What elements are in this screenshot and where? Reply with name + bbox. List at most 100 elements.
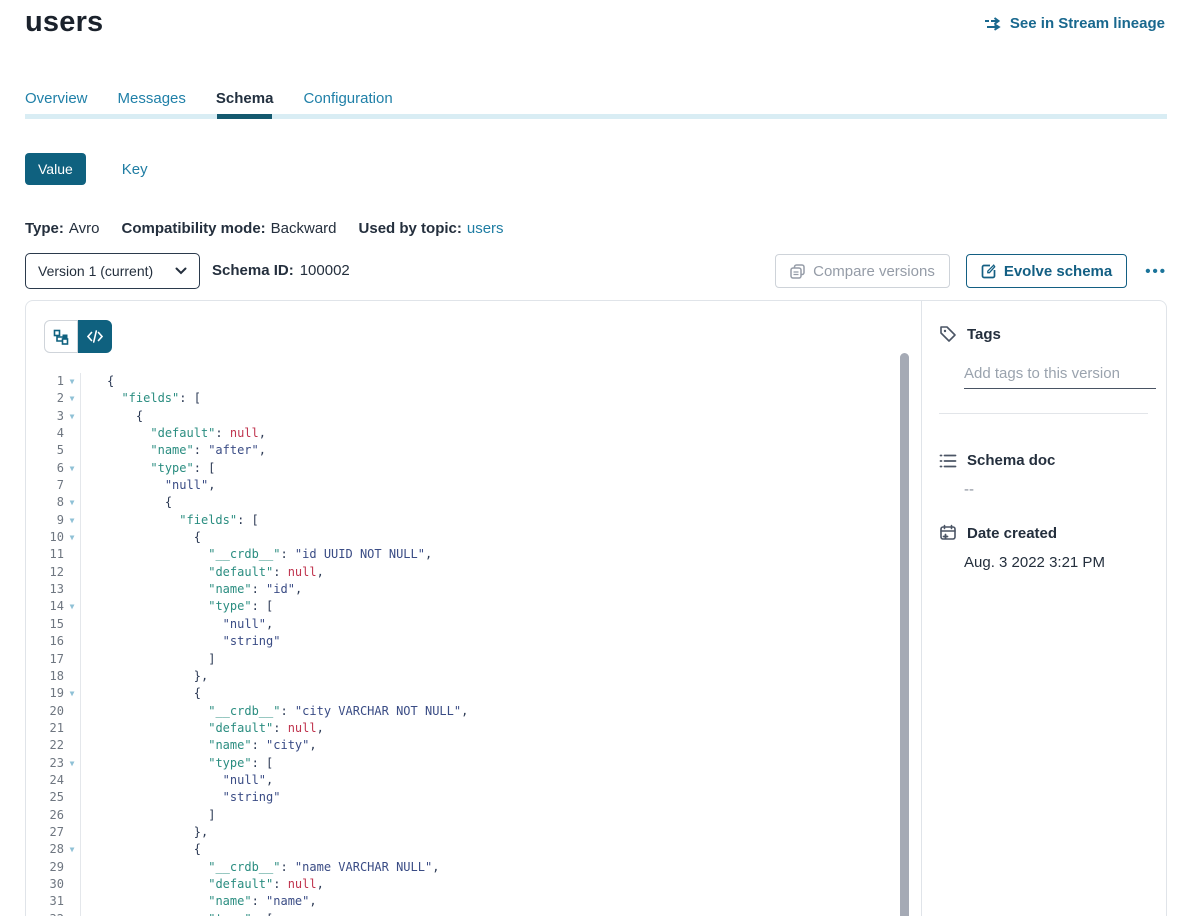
version-dropdown[interactable]: Version 1 (current) [25, 253, 200, 289]
see-in-stream-lineage-link[interactable]: See in Stream lineage [984, 15, 1165, 32]
tags-section-heading: Tags [939, 325, 1148, 343]
date-created-heading-label: Date created [967, 525, 1057, 542]
code-line: 21"default": null, [26, 720, 921, 737]
code-text: }, [80, 668, 921, 685]
editor-vertical-scrollbar[interactable] [900, 353, 909, 916]
line-number: 17 [26, 651, 64, 668]
key-toggle-button[interactable]: Key [122, 161, 148, 178]
stream-lineage-icon [984, 17, 1003, 31]
tab-messages[interactable]: Messages [118, 90, 186, 117]
code-line: 32▼"type": [ [26, 911, 921, 916]
fold-toggle-icon [64, 772, 80, 789]
evolve-schema-button[interactable]: Evolve schema [966, 254, 1127, 288]
fold-toggle-icon [64, 859, 80, 876]
date-created-value: Aug. 3 2022 3:21 PM [964, 554, 1148, 571]
version-dropdown-value: Version 1 (current) [38, 263, 153, 279]
code-text: { [80, 408, 921, 425]
fold-toggle-icon[interactable]: ▼ [64, 390, 80, 407]
code-text: "name": "name", [80, 893, 921, 910]
code-line: 17] [26, 651, 921, 668]
fold-toggle-icon [64, 668, 80, 685]
list-icon [939, 453, 957, 469]
schema-id-label: Schema ID: [212, 262, 294, 279]
tab-overview[interactable]: Overview [25, 90, 88, 117]
fold-toggle-icon[interactable]: ▼ [64, 755, 80, 772]
schema-id-value: 100002 [300, 262, 350, 279]
active-tab-indicator [217, 114, 272, 119]
code-line: 18}, [26, 668, 921, 685]
code-line: 4"default": null, [26, 425, 921, 442]
fold-toggle-icon [64, 737, 80, 754]
value-toggle-button[interactable]: Value [25, 153, 86, 185]
code-view-button[interactable] [78, 320, 112, 353]
fold-toggle-icon[interactable]: ▼ [64, 529, 80, 546]
fold-toggle-icon[interactable]: ▼ [64, 494, 80, 511]
fold-toggle-icon[interactable]: ▼ [64, 460, 80, 477]
code-line: 31 "name": "name", [26, 893, 921, 910]
line-number: 10 [26, 529, 64, 546]
line-number: 1 [26, 373, 64, 390]
line-number: 5 [26, 442, 64, 459]
fold-toggle-icon[interactable]: ▼ [64, 598, 80, 615]
tags-heading-label: Tags [967, 326, 1001, 343]
code-line: 8▼{ [26, 494, 921, 511]
code-line: 6▼"type": [ [26, 460, 921, 477]
code-line: 1▼{ [26, 373, 921, 390]
compare-versions-button[interactable]: Compare versions [775, 254, 950, 288]
code-text: { [80, 529, 921, 546]
edit-icon [981, 264, 996, 279]
code-line: 12"default": null, [26, 564, 921, 581]
tab-schema[interactable]: Schema [216, 90, 274, 117]
line-number: 3 [26, 408, 64, 425]
tags-input[interactable] [964, 363, 1156, 389]
line-number: 13 [26, 581, 64, 598]
line-number: 31 [26, 893, 64, 910]
fold-toggle-icon [64, 633, 80, 650]
more-options-button[interactable]: ••• [1143, 259, 1169, 284]
code-text: ] [80, 651, 921, 668]
code-line: 20"__crdb__": "city VARCHAR NOT NULL", [26, 703, 921, 720]
line-number: 6 [26, 460, 64, 477]
tab-bar: Overview Messages Schema Configuration [25, 90, 393, 117]
fold-toggle-icon [64, 477, 80, 494]
compatibility-label: Compatibility mode: [121, 220, 265, 237]
fold-toggle-icon[interactable]: ▼ [64, 685, 80, 702]
used-by-topic-label: Used by topic: [359, 220, 462, 237]
type-label: Type: [25, 220, 64, 237]
line-number: 7 [26, 477, 64, 494]
code-text: "default": null, [80, 564, 921, 581]
fold-toggle-icon [64, 425, 80, 442]
schema-type: Type: Avro [25, 220, 99, 237]
tree-view-button[interactable] [44, 320, 78, 353]
line-number: 9 [26, 512, 64, 529]
code-line: 27}, [26, 824, 921, 841]
fold-toggle-icon [64, 720, 80, 737]
fold-toggle-icon [64, 824, 80, 841]
topic-link[interactable]: users [467, 220, 504, 237]
code-text: "__crdb__": "name VARCHAR NULL", [80, 859, 921, 876]
code-text: "default": null, [80, 425, 921, 442]
code-line: 16"string" [26, 633, 921, 650]
code-view-icon [87, 330, 103, 343]
code-line: 22"name": "city", [26, 737, 921, 754]
code-text: "string" [80, 633, 921, 650]
code-text: { [80, 841, 921, 858]
tab-configuration[interactable]: Configuration [303, 90, 392, 117]
fold-toggle-icon[interactable]: ▼ [64, 512, 80, 529]
tag-icon [939, 325, 957, 343]
fold-toggle-icon[interactable]: ▼ [64, 841, 80, 858]
code-line: 28▼{ [26, 841, 921, 858]
code-text: }, [80, 824, 921, 841]
fold-toggle-icon [64, 442, 80, 459]
fold-toggle-icon[interactable]: ▼ [64, 911, 80, 916]
fold-toggle-icon[interactable]: ▼ [64, 373, 80, 390]
code-line: 14▼"type": [ [26, 598, 921, 615]
tree-view-icon [53, 329, 69, 345]
code-line: 9▼"fields": [ [26, 512, 921, 529]
line-number: 28 [26, 841, 64, 858]
code-text: "type": [ [80, 911, 921, 916]
fold-toggle-icon[interactable]: ▼ [64, 408, 80, 425]
fold-toggle-icon [64, 876, 80, 893]
editor-view-toggle [44, 320, 112, 353]
code-text: "string" [80, 789, 921, 806]
